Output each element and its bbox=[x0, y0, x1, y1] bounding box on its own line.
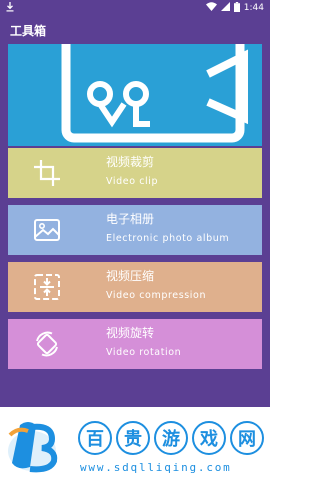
tool-video-compression[interactable]: 视频压缩 Video compression bbox=[8, 262, 262, 312]
tool-video-rotation[interactable]: 视频旋转 Video rotation bbox=[8, 319, 262, 369]
status-time: 1:44 bbox=[243, 3, 264, 13]
video-camera-logo bbox=[61, 44, 248, 143]
watermark: 百 贵 游 戏 网 www.sdqlliqing.com bbox=[0, 407, 270, 480]
watermark-char: 戏 bbox=[192, 421, 226, 455]
watermark-char: 网 bbox=[230, 421, 264, 455]
tool-subtitle: Video rotation bbox=[106, 347, 182, 358]
watermark-char: 百 bbox=[78, 421, 112, 455]
battery-icon bbox=[233, 1, 240, 15]
tool-title: 视频压缩 bbox=[106, 269, 155, 283]
watermark-site-name: 百 贵 游 戏 网 bbox=[78, 421, 264, 457]
app-screen: 1:44 工具箱 视频裁剪 Video clip 电子相册 Electronic… bbox=[0, 0, 270, 407]
status-bar: 1:44 bbox=[0, 0, 270, 16]
watermark-char: 贵 bbox=[116, 421, 150, 455]
app-title: 工具箱 bbox=[10, 23, 47, 38]
tool-subtitle: Video compression bbox=[106, 290, 207, 301]
watermark-char: 游 bbox=[154, 421, 188, 455]
tool-subtitle: Electronic photo album bbox=[106, 233, 230, 244]
watermark-logo bbox=[8, 422, 58, 473]
tool-electronic-photo-album[interactable]: 电子相册 Electronic photo album bbox=[8, 205, 262, 255]
tool-video-clip[interactable]: 视频裁剪 Video clip bbox=[8, 148, 262, 198]
crop-icon bbox=[32, 158, 62, 188]
tool-title: 视频裁剪 bbox=[106, 155, 155, 169]
watermark-url: www.sdqlliqing.com bbox=[80, 461, 232, 474]
signal-icon bbox=[220, 2, 230, 14]
rotate-icon bbox=[32, 329, 62, 359]
compress-icon bbox=[32, 272, 62, 302]
download-icon bbox=[6, 1, 14, 15]
banner[interactable] bbox=[8, 44, 262, 146]
tool-title: 电子相册 bbox=[106, 212, 155, 226]
photo-icon bbox=[32, 215, 62, 245]
tool-title: 视频旋转 bbox=[106, 326, 155, 340]
wifi-icon bbox=[205, 2, 217, 14]
tool-subtitle: Video clip bbox=[106, 176, 159, 187]
